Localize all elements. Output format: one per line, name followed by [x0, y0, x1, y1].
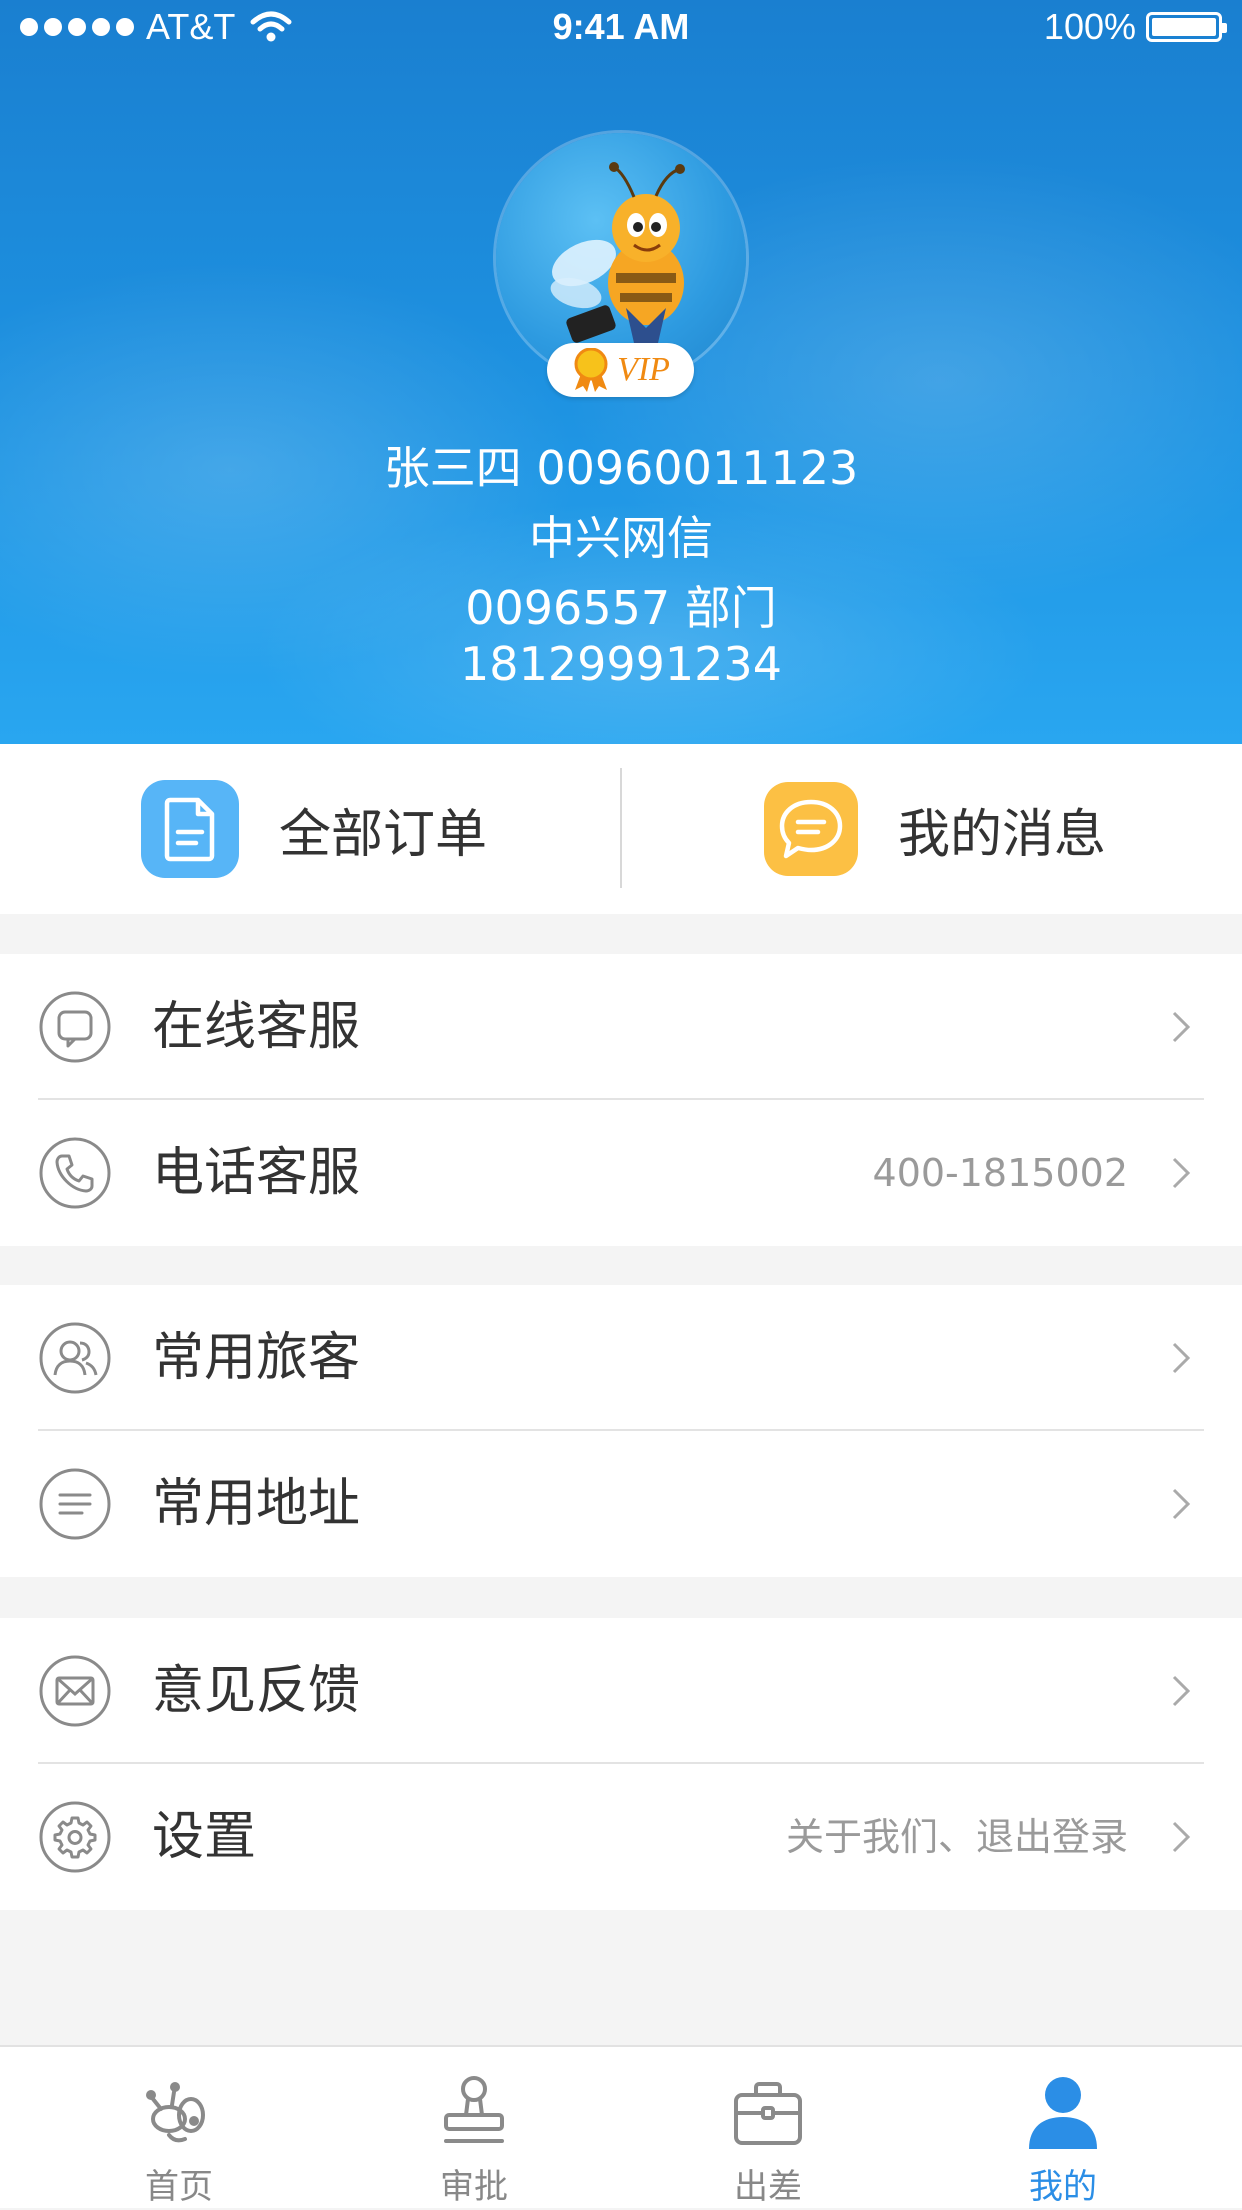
company-name: 中兴网信	[529, 511, 713, 565]
divider	[620, 768, 622, 888]
medal-icon	[574, 348, 608, 392]
chat-bubble-icon	[764, 782, 858, 876]
bee-logo-icon	[146, 2082, 205, 2143]
tab-mine[interactable]: 我的	[908, 2047, 1218, 2210]
user-name-id: 张三四 00960011123	[383, 441, 859, 495]
list-icon	[39, 1468, 111, 1540]
settings-row[interactable]: 设置 关于我们、退出登录	[0, 1764, 1242, 1910]
chevron-right-icon	[1172, 1011, 1191, 1043]
phone-icon	[39, 1137, 111, 1209]
status-bar: AT&T 9:41 AM 100%	[0, 0, 1242, 56]
tab-label: 首页	[145, 2167, 213, 2207]
profile-header: AT&T 9:41 AM 100% VIP 张三四 00960011123 中兴…	[0, 0, 1242, 744]
vip-badge: VIP	[547, 343, 694, 397]
chevron-right-icon	[1172, 1821, 1191, 1853]
frequent-travelers-row[interactable]: 常用旅客	[0, 1285, 1242, 1431]
chevron-right-icon	[1172, 1488, 1191, 1520]
quick-actions: 全部订单 我的消息	[0, 744, 1242, 914]
tab-business-trip[interactable]: 出差	[613, 2047, 923, 2210]
battery-percent: 100%	[1043, 6, 1136, 47]
online-service-label: 在线客服	[152, 997, 361, 1057]
frequent-travelers-label: 常用旅客	[152, 1328, 361, 1388]
phone-service-number: 400-1815002	[872, 1151, 1128, 1195]
department: 0096557 部门	[465, 581, 777, 635]
battery-icon	[1146, 12, 1227, 42]
user-icon	[1029, 2077, 1097, 2149]
my-messages-label: 我的消息	[898, 804, 1107, 865]
my-messages-button[interactable]: 我的消息	[764, 744, 1106, 914]
bottom-tab-bar: 首页 审批 出差 我的	[0, 2045, 1242, 2208]
phone-number: 18129991234	[460, 637, 782, 691]
all-orders-button[interactable]: 全部订单	[141, 744, 487, 914]
tab-label: 我的	[1029, 2167, 1097, 2207]
menu-group-frequent: 常用旅客 常用地址	[0, 1285, 1242, 1577]
chevron-right-icon	[1172, 1675, 1191, 1707]
tab-approval[interactable]: 审批	[319, 2047, 629, 2210]
chevron-right-icon	[1172, 1342, 1191, 1374]
feedback-label: 意见反馈	[152, 1661, 361, 1721]
frequent-addresses-row[interactable]: 常用地址	[0, 1431, 1242, 1577]
tab-label: 出差	[734, 2167, 802, 2207]
menu-group-service: 在线客服 电话客服 400-1815002	[0, 954, 1242, 1246]
users-icon	[39, 1322, 111, 1394]
gear-icon	[39, 1801, 111, 1873]
tab-home[interactable]: 首页	[24, 2047, 334, 2210]
mail-icon	[39, 1655, 111, 1727]
phone-service-label: 电话客服	[152, 1143, 361, 1203]
settings-hint: 关于我们、退出登录	[785, 1815, 1128, 1859]
document-icon	[141, 780, 239, 878]
settings-label: 设置	[152, 1807, 257, 1867]
briefcase-icon	[734, 2082, 802, 2145]
phone-service-row[interactable]: 电话客服 400-1815002	[0, 1100, 1242, 1246]
frequent-addresses-label: 常用地址	[152, 1474, 361, 1534]
tab-label: 审批	[440, 2167, 508, 2207]
menu-group-settings: 意见反馈 设置 关于我们、退出登录	[0, 1618, 1242, 1910]
online-service-row[interactable]: 在线客服	[0, 954, 1242, 1100]
chevron-right-icon	[1172, 1157, 1191, 1189]
all-orders-label: 全部订单	[279, 804, 488, 865]
stamp-icon	[444, 2076, 504, 2143]
vip-label: VIP	[617, 351, 670, 388]
chat-icon	[39, 991, 111, 1063]
feedback-row[interactable]: 意见反馈	[0, 1618, 1242, 1764]
